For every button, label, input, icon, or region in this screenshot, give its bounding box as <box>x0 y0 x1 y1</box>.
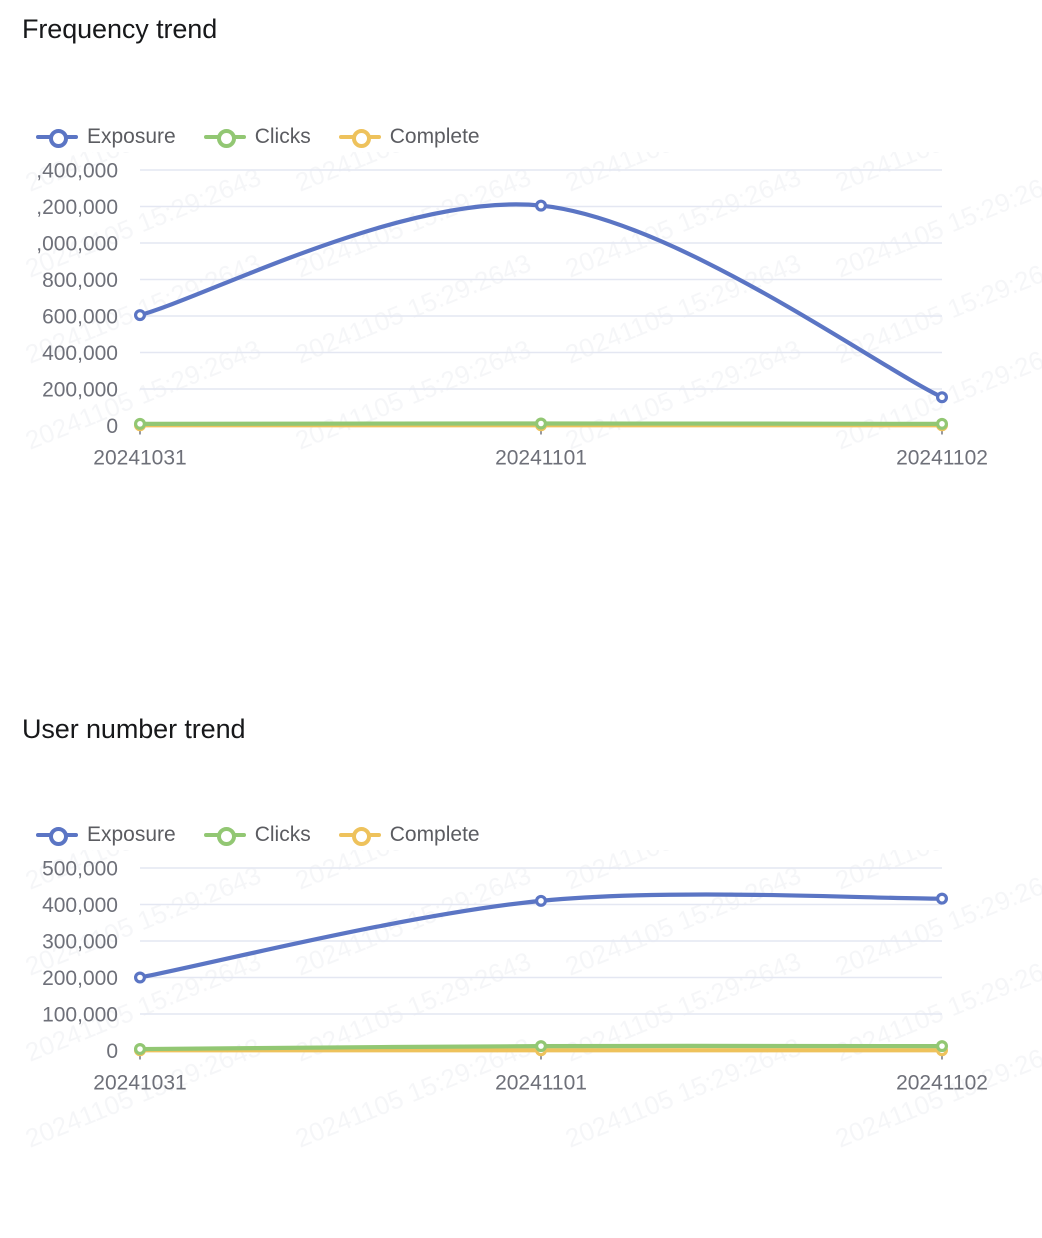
x-axis-tick-label: 20241102 <box>896 1072 988 1095</box>
y-axis-tick-label: 400,000 <box>42 894 118 917</box>
line-circle-marker-icon <box>36 824 78 846</box>
page-title-user-number-trend: User number trend <box>22 714 246 744</box>
series-exposure[interactable] <box>134 199 948 404</box>
series-data-point[interactable] <box>534 417 547 430</box>
y-axis-tick-label: ,400,000 <box>36 160 118 183</box>
y-axis-tick-label: 300,000 <box>42 931 118 954</box>
legend-item-label: Exposure <box>87 125 176 148</box>
series-data-point[interactable] <box>134 309 147 322</box>
x-axis-tick-label: 20241102 <box>896 447 988 470</box>
legend-item-label: Complete <box>389 823 480 846</box>
series-data-point[interactable] <box>134 417 147 430</box>
legend-item-label: Exposure <box>87 823 176 846</box>
y-axis-tick-label: 400,000 <box>42 342 118 365</box>
series-data-point[interactable] <box>534 199 547 212</box>
x-axis-tick-label: 20241101 <box>495 1072 587 1095</box>
series-data-point[interactable] <box>935 417 948 430</box>
legend-item-label: Clicks <box>254 823 311 846</box>
legend-item-label: Clicks <box>254 125 311 148</box>
frequency-trend-svg: 20241105 15:29:2643 20241105 15:29:2643 20… <box>21 152 1042 470</box>
page-title-frequency-trend: Frequency trend <box>22 14 218 44</box>
y-axis-tick-label: 100,000 <box>42 1004 118 1027</box>
chart-plot-user-number-trend[interactable]: 20241105 15:29:2643 20241105 15:29:2643 20… <box>0 850 1042 1180</box>
x-axis-tick-label: 20241101 <box>495 447 587 470</box>
legend-item-label: Complete <box>389 125 480 148</box>
series-line <box>137 202 945 400</box>
chart-plot-frequency-trend[interactable]: 20241105 15:29:2643 20241105 15:29:2643 20… <box>0 152 1042 482</box>
series-data-point[interactable] <box>534 1040 547 1053</box>
x-axis-tick-label: 20241031 <box>93 447 186 470</box>
y-axis-tick-label: 200,000 <box>42 379 118 402</box>
series-data-point[interactable] <box>534 894 547 907</box>
legend-item-complete[interactable]: Complete <box>338 125 480 148</box>
legend-item-complete[interactable]: Complete <box>338 823 480 846</box>
frequency-trend-section: Frequency trend Exposure Clicks Complete… <box>0 0 1042 620</box>
series-data-point[interactable] <box>134 1043 147 1056</box>
line-circle-marker-icon <box>36 126 78 148</box>
legend-frequency-trend: Exposure Clicks Complete <box>0 122 1042 152</box>
x-axis-tick-label: 20241031 <box>93 1072 186 1095</box>
page-root: Frequency trend Exposure Clicks Complete… <box>0 0 1042 1238</box>
series-data-point[interactable] <box>935 391 948 404</box>
user-number-trend-section: User number trend Exposure Clicks Comple… <box>0 700 1042 1238</box>
legend-item-exposure[interactable]: Exposure <box>36 126 176 148</box>
y-axis-tick-label: 0 <box>106 1040 118 1063</box>
legend-item-clicks[interactable]: Clicks <box>203 125 311 148</box>
user-number-trend-svg: 20241105 15:29:2643 20241105 15:29:2643 20… <box>21 850 1042 1154</box>
series-data-point[interactable] <box>134 971 147 984</box>
watermark-layer: 20241105 15:29:2643 20241105 15:29:2643 20… <box>21 850 1042 1154</box>
series-data-point[interactable] <box>935 1040 948 1053</box>
y-axis-tick-label: 800,000 <box>42 269 118 292</box>
y-axis-tick-label: 500,000 <box>42 858 118 881</box>
y-axis-tick-label: 200,000 <box>42 967 118 990</box>
line-circle-marker-icon <box>338 126 381 148</box>
y-axis-tick-label: ,000,000 <box>36 233 118 256</box>
legend-item-clicks[interactable]: Clicks <box>203 823 311 846</box>
y-axis-tick-label: 0 <box>106 415 118 438</box>
line-circle-marker-icon <box>338 824 381 846</box>
y-axis-tick-label: ,200,000 <box>36 196 118 219</box>
line-circle-marker-icon <box>203 126 246 148</box>
line-circle-marker-icon <box>203 824 246 846</box>
legend-user-number-trend: Exposure Clicks Complete <box>0 820 1042 850</box>
series-data-point[interactable] <box>935 892 948 905</box>
y-axis-tick-label: 600,000 <box>42 306 118 329</box>
legend-item-exposure[interactable]: Exposure <box>36 824 176 846</box>
